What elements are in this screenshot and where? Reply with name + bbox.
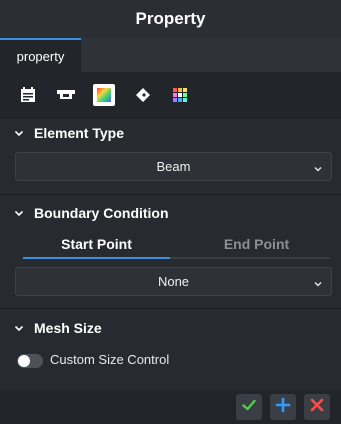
calendar-icon[interactable] bbox=[17, 84, 39, 106]
plus-icon bbox=[275, 397, 291, 418]
tab-active-indicator bbox=[23, 257, 170, 259]
tab-end-point[interactable]: End Point bbox=[183, 231, 330, 257]
toggle-knob bbox=[18, 355, 30, 367]
toolbar bbox=[0, 72, 341, 118]
element-type-label: Element Type bbox=[34, 125, 124, 141]
tray-icon[interactable] bbox=[55, 84, 77, 106]
panel-title: Property bbox=[0, 0, 341, 38]
close-button[interactable] bbox=[304, 394, 330, 420]
boundary-condition-value: None bbox=[157, 274, 190, 289]
boundary-condition-section: Boundary Condition Start Point End Point… bbox=[0, 195, 341, 309]
close-icon bbox=[309, 397, 325, 418]
color-palette-icon[interactable] bbox=[93, 84, 115, 106]
add-button[interactable] bbox=[270, 394, 296, 420]
grid-icon[interactable] bbox=[169, 84, 191, 106]
chevron-down-icon bbox=[14, 128, 24, 138]
check-icon bbox=[241, 397, 257, 418]
mesh-size-header[interactable]: Mesh Size bbox=[14, 314, 102, 342]
element-type-header[interactable]: Element Type bbox=[14, 119, 124, 147]
element-type-section: Element Type Beam bbox=[0, 118, 341, 195]
boundary-condition-label: Boundary Condition bbox=[34, 205, 169, 221]
tab-start-point[interactable]: Start Point bbox=[23, 231, 170, 257]
boundary-point-tabs: Start Point End Point bbox=[23, 231, 330, 259]
footer-actions bbox=[0, 390, 341, 424]
boundary-condition-select[interactable]: None bbox=[15, 267, 332, 296]
element-type-value: Beam bbox=[156, 159, 191, 174]
chevron-down-icon bbox=[14, 323, 24, 333]
custom-size-toggle[interactable] bbox=[17, 354, 43, 368]
chevron-down-icon bbox=[313, 162, 323, 172]
chevron-down-icon bbox=[313, 277, 323, 287]
custom-size-label: Custom Size Control bbox=[50, 352, 170, 367]
mesh-size-label: Mesh Size bbox=[34, 320, 102, 336]
element-type-select[interactable]: Beam bbox=[15, 152, 332, 181]
mesh-size-section: Mesh Size Custom Size Control bbox=[0, 309, 341, 390]
link-icon[interactable] bbox=[132, 84, 154, 106]
tab-bar: property bbox=[0, 38, 341, 72]
tab-property[interactable]: property bbox=[0, 38, 81, 72]
confirm-button[interactable] bbox=[236, 394, 262, 420]
chevron-down-icon bbox=[14, 208, 24, 218]
boundary-condition-header[interactable]: Boundary Condition bbox=[14, 199, 169, 227]
